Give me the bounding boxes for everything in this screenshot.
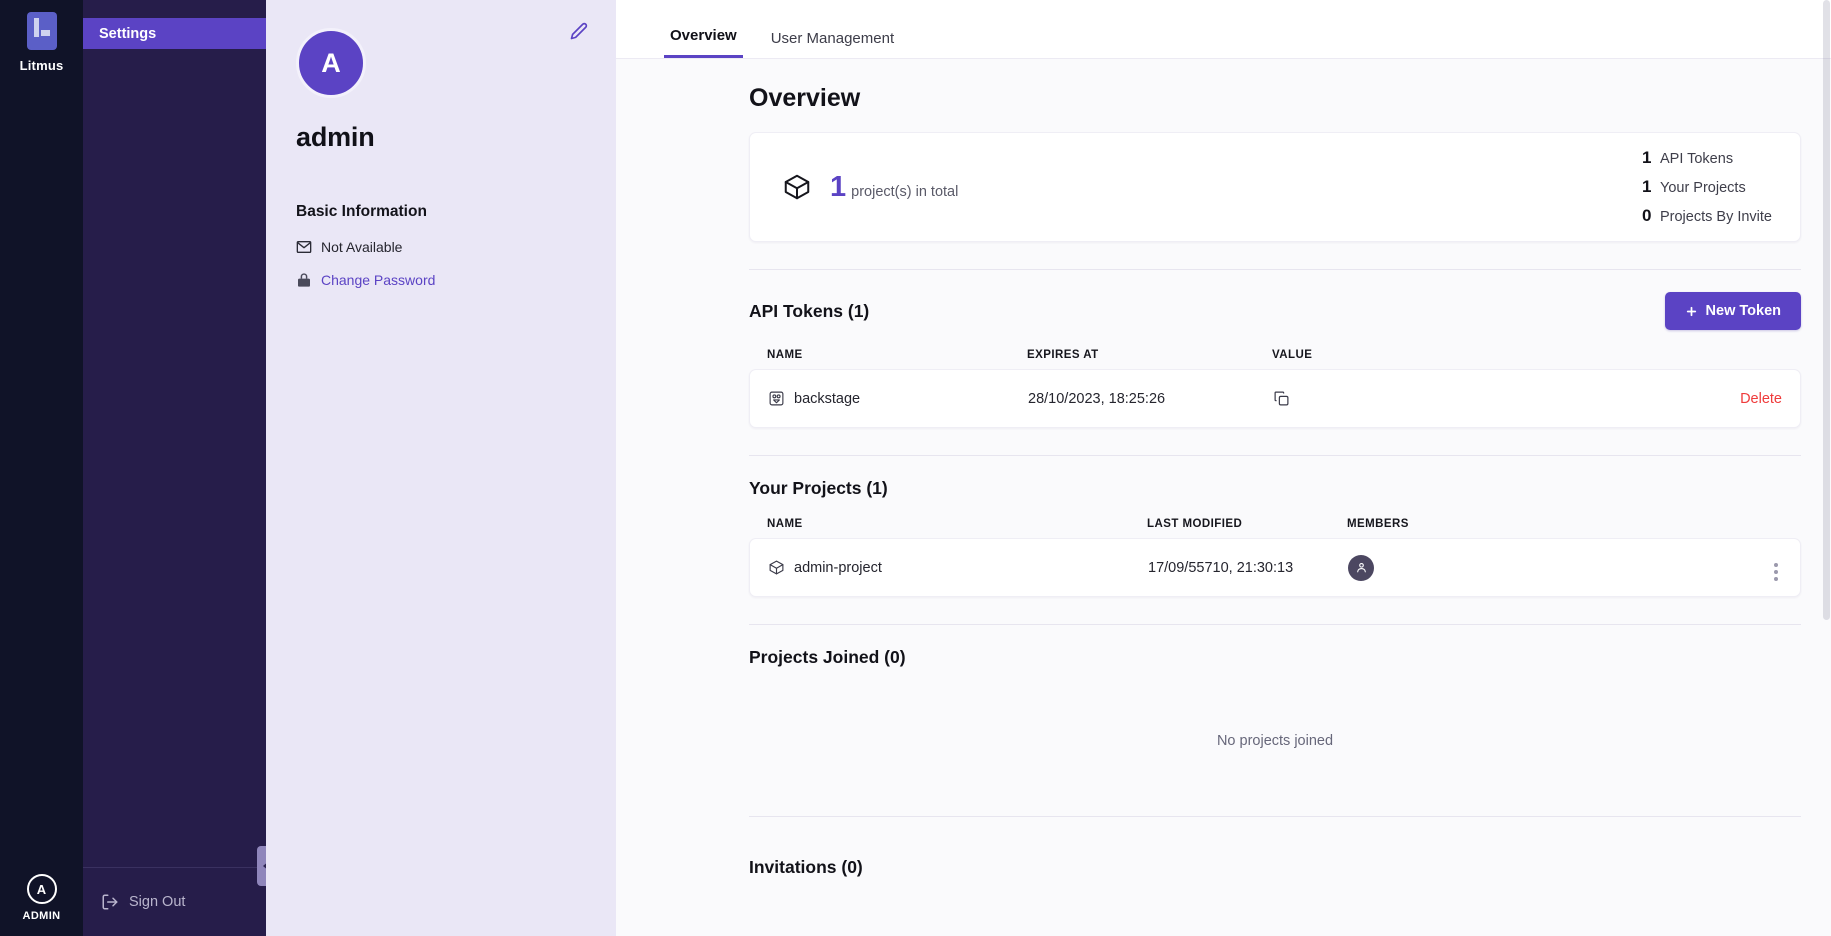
new-token-label: New Token: [1705, 303, 1781, 319]
project-members-cell: [1348, 554, 1578, 581]
divider: [749, 624, 1801, 625]
your-projects-header: Your Projects (1): [749, 478, 1801, 499]
plus-icon: [1685, 305, 1698, 318]
api-tokens-header: API Tokens (1) New Token: [749, 292, 1801, 330]
project-name-cell: admin-project: [768, 559, 1148, 576]
scrollbar-thumb[interactable]: [1823, 0, 1830, 620]
profile-email-row: Not Available: [296, 239, 586, 255]
copy-icon[interactable]: [1273, 390, 1573, 407]
change-password-row[interactable]: Change Password: [296, 272, 586, 288]
new-token-button[interactable]: New Token: [1664, 292, 1801, 330]
basic-information-title: Basic Information: [296, 203, 427, 220]
tab-bar: Overview User Management: [616, 0, 1831, 59]
column-header-expires-at: EXPIRES AT: [1027, 349, 1099, 361]
api-tokens-table-head: NAME EXPIRES AT VALUE: [749, 349, 1801, 361]
stat-projects-by-invite: 0 Projects By Invite: [1642, 206, 1772, 226]
token-actions-cell: Delete: [1573, 391, 1782, 407]
token-value-cell: [1273, 390, 1573, 407]
column-header-value: VALUE: [1272, 349, 1313, 361]
column-header-last-modified: LAST MODIFIED: [1147, 518, 1243, 530]
stat-value: 0: [1641, 206, 1652, 225]
summary-stats: 1 API Tokens 1 Your Projects 0 Projects …: [1642, 148, 1772, 226]
rail-brand[interactable]: Litmus: [20, 12, 64, 73]
table-row[interactable]: admin-project 17/09/55710, 21:30:13: [750, 539, 1800, 596]
profile-username: admin: [296, 122, 375, 152]
your-projects-title: Your Projects (1): [749, 478, 888, 498]
your-projects-table-head: NAME LAST MODIFIED MEMBERS: [749, 518, 1801, 530]
pencil-icon[interactable]: [570, 22, 588, 40]
stat-label: Your Projects: [1659, 180, 1746, 196]
projects-joined-empty: No projects joined: [1216, 733, 1334, 749]
settings-page: Litmus A ADMIN Settings Sign Out A admin…: [0, 0, 1831, 936]
cube-icon: [782, 172, 812, 202]
sidebar-items: Settings: [83, 18, 266, 49]
page-title: Overview: [749, 84, 861, 112]
divider: [749, 269, 1801, 270]
rail-user[interactable]: A ADMIN: [22, 874, 60, 922]
token-expires-at: 28/10/2023, 18:25:26: [1028, 390, 1166, 407]
page-scrollbar[interactable]: [1822, 0, 1831, 936]
tab-user-management[interactable]: User Management: [765, 30, 900, 58]
stat-label: API Tokens: [1659, 151, 1734, 167]
tab-overview[interactable]: Overview: [664, 27, 743, 58]
profile-email-value: Not Available: [321, 239, 403, 255]
content-column: 1 project(s) in total 1 API Tokens 1 You…: [749, 132, 1801, 936]
sidebar-item-settings[interactable]: Settings: [83, 18, 266, 49]
lock-icon: [296, 272, 312, 288]
stat-api-tokens: 1 API Tokens: [1642, 148, 1772, 168]
projects-joined-title: Projects Joined (0): [749, 647, 906, 667]
stat-label: Projects By Invite: [1659, 209, 1772, 225]
sidebar-nav: Settings Sign Out: [83, 0, 275, 936]
column-header-members: MEMBERS: [1347, 518, 1409, 530]
sidebar-item-label: Settings: [99, 25, 157, 42]
token-name: backstage: [794, 390, 861, 407]
rail-user-role: ADMIN: [22, 910, 61, 922]
app-rail: Litmus A ADMIN: [0, 0, 83, 936]
invitations-title: Invitations (0): [749, 857, 863, 877]
litmus-book-icon: [26, 12, 57, 50]
column-header-name: NAME: [767, 518, 803, 530]
api-tokens-title: API Tokens (1): [749, 300, 870, 321]
user-icon[interactable]: [1348, 554, 1374, 581]
column-header-name: NAME: [767, 349, 803, 361]
delete-token-button[interactable]: Delete: [1740, 391, 1782, 407]
sign-out-label: Sign Out: [129, 894, 186, 910]
page-scroll-area: Overview 1 project(s) in total 1 API Tok…: [616, 59, 1831, 936]
stat-value: 1: [1641, 177, 1652, 196]
invitations-header: Invitations (0): [749, 857, 1801, 878]
token-name-cell: backstage: [768, 390, 1028, 407]
stat-value: 1: [1641, 148, 1652, 167]
projects-joined-header: Projects Joined (0): [749, 647, 1801, 668]
project-last-modified: 17/09/55710, 21:30:13: [1148, 559, 1294, 576]
bottom-spacer: [749, 878, 1801, 936]
profile-panel: A admin Basic Information Not Available …: [266, 0, 616, 936]
summary-projects: 1 project(s) in total: [782, 172, 958, 202]
project-name: admin-project: [794, 559, 882, 576]
avatar: A: [26, 874, 57, 904]
summary-project-text: project(s) in total: [851, 183, 959, 200]
cube-icon: [768, 559, 785, 576]
rail-logo-label: Litmus: [19, 58, 64, 73]
api-tokens-table: backstage 28/10/2023, 18:25:26 Delete: [749, 369, 1801, 428]
change-password-link[interactable]: Change Password: [321, 272, 435, 288]
profile-avatar: A: [296, 28, 366, 98]
kebab-menu-icon[interactable]: [1774, 562, 1778, 581]
stat-your-projects: 1 Your Projects: [1642, 177, 1772, 197]
sign-out-icon: [101, 893, 119, 911]
divider: [749, 455, 1801, 456]
summary-project-count: 1: [830, 170, 847, 203]
envelope-icon: [296, 239, 312, 255]
project-actions-cell: [1578, 555, 1782, 581]
your-projects-table: admin-project 17/09/55710, 21:30:13: [749, 538, 1801, 597]
table-row[interactable]: backstage 28/10/2023, 18:25:26 Delete: [750, 370, 1800, 427]
token-icon: [768, 390, 785, 407]
summary-card: 1 project(s) in total 1 API Tokens 1 You…: [749, 132, 1801, 242]
main-content: Overview User Management Overview 1 proj…: [616, 0, 1831, 936]
divider: [749, 816, 1801, 817]
sign-out-row[interactable]: Sign Out: [83, 867, 266, 936]
